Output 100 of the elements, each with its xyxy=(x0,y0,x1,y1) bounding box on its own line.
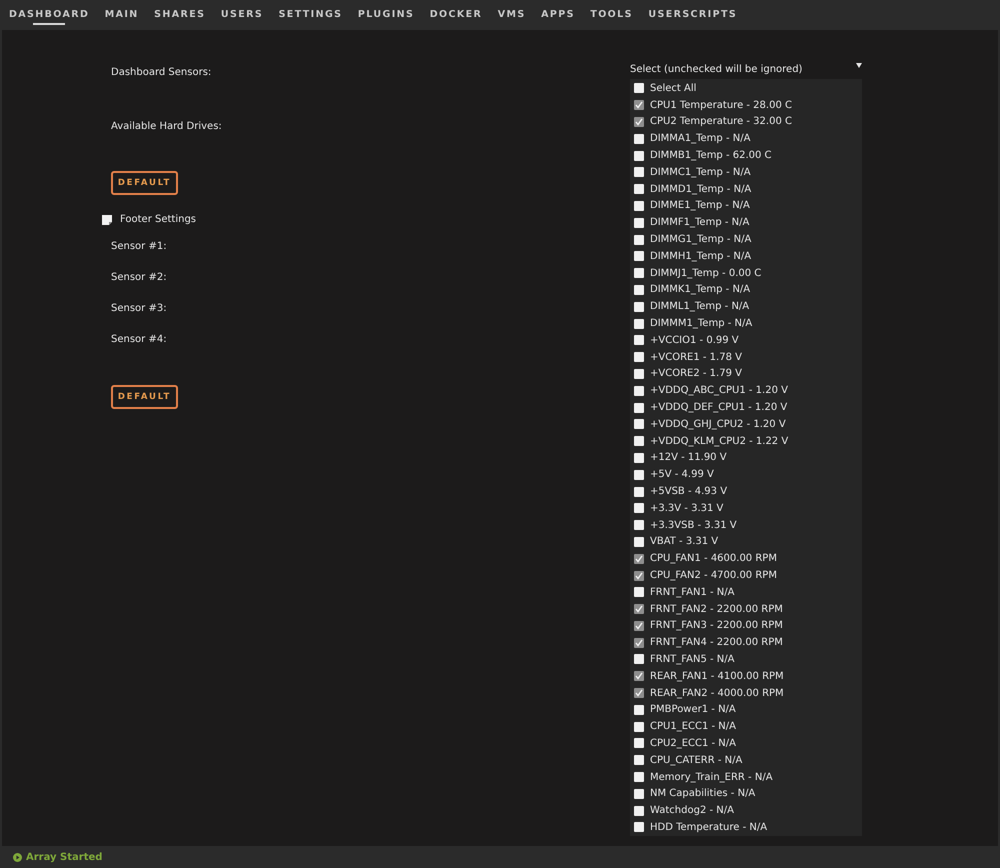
checkbox[interactable] xyxy=(634,822,644,832)
option-label[interactable]: DIMMF1_Temp - N/A xyxy=(650,215,750,230)
nav-tab[interactable]: SHARES xyxy=(154,4,206,26)
checkbox[interactable] xyxy=(634,638,644,648)
checkbox[interactable] xyxy=(634,134,644,144)
checkbox[interactable] xyxy=(634,386,644,396)
option-label[interactable]: PMBPower1 - N/A xyxy=(650,702,736,718)
checkbox[interactable] xyxy=(634,772,644,782)
checkbox[interactable] xyxy=(634,620,644,631)
checkbox[interactable] xyxy=(634,318,644,329)
option-label[interactable]: DIMMC1_Temp - N/A xyxy=(650,164,751,180)
checkbox[interactable] xyxy=(634,452,644,463)
checkbox[interactable] xyxy=(634,284,644,295)
nav-tab[interactable]: MAIN xyxy=(104,4,139,26)
checkbox[interactable] xyxy=(634,470,644,480)
option-label[interactable]: DIMMK1_Temp - N/A xyxy=(650,282,750,298)
option-label[interactable]: REAR_FAN2 - 4000.00 RPM xyxy=(650,686,784,701)
option-label[interactable]: DIMME1_Temp - N/A xyxy=(650,198,750,214)
checkbox[interactable] xyxy=(634,268,644,278)
option-label[interactable]: DIMMM1_Temp - N/A xyxy=(650,316,752,332)
checkbox[interactable] xyxy=(634,218,644,228)
option-label[interactable]: DIMML1_Temp - N/A xyxy=(650,299,750,314)
option-label[interactable]: VBAT - 3.31 V xyxy=(650,534,718,550)
option-label[interactable]: +5VSB - 4.93 V xyxy=(650,484,728,500)
option-label[interactable]: +5V - 4.99 V xyxy=(650,467,714,482)
checkbox[interactable] xyxy=(634,654,644,664)
option-label[interactable]: +12V - 11.90 V xyxy=(650,450,727,466)
option-label[interactable]: +3.3VSB - 3.31 V xyxy=(650,518,737,533)
option-label[interactable]: +VDDQ_KLM_CPU2 - 1.22 V xyxy=(650,434,788,449)
option-label[interactable]: FRNT_FAN2 - 2200.00 RPM xyxy=(650,602,783,617)
checkbox[interactable] xyxy=(634,806,644,816)
option-label[interactable]: CPU2_ECC1 - N/A xyxy=(650,736,736,751)
select-field[interactable]: Select (unchecked will be ignored) xyxy=(630,62,862,77)
option-label[interactable]: CPU_FAN2 - 4700.00 RPM xyxy=(650,568,777,583)
option-label[interactable]: +VDDQ_GHJ_CPU2 - 1.20 V xyxy=(650,416,786,432)
option-label[interactable]: CPU1_ECC1 - N/A xyxy=(650,719,736,734)
checkbox[interactable] xyxy=(634,251,644,262)
option-label[interactable]: FRNT_FAN3 - 2200.00 RPM xyxy=(650,618,783,634)
option-label[interactable]: +VCCIO1 - 0.99 V xyxy=(650,332,739,348)
default-button[interactable]: DEFAULT xyxy=(111,385,178,409)
option-label[interactable]: DIMMG1_Temp - N/A xyxy=(650,232,752,248)
checkbox[interactable] xyxy=(634,738,644,748)
option-label[interactable]: DIMMJ1_Temp - 0.00 C xyxy=(650,266,762,281)
checkbox[interactable] xyxy=(634,436,644,446)
checkbox[interactable] xyxy=(634,167,644,178)
checkbox[interactable] xyxy=(634,100,644,110)
nav-tab[interactable]: USERSCRIPTS xyxy=(648,4,738,26)
checkbox[interactable] xyxy=(634,150,644,161)
nav-tab[interactable]: TOOLS xyxy=(590,4,633,26)
checkbox[interactable] xyxy=(634,83,644,94)
checkbox[interactable] xyxy=(634,536,644,547)
checkbox[interactable] xyxy=(634,302,644,312)
checkbox[interactable] xyxy=(634,587,644,598)
option-label[interactable]: Watchdog2 - N/A xyxy=(650,803,734,818)
option-label[interactable]: REAR_FAN1 - 4100.00 RPM xyxy=(650,668,784,684)
nav-tab[interactable]: APPS xyxy=(541,4,575,26)
checkbox[interactable] xyxy=(634,520,644,530)
option-label[interactable]: +VCORE2 - 1.79 V xyxy=(650,366,742,382)
option-label[interactable]: +3.3V - 3.31 V xyxy=(650,500,724,516)
option-label[interactable]: CPU2 Temperature - 32.00 C xyxy=(650,114,792,130)
checkbox[interactable] xyxy=(634,184,644,194)
nav-tab[interactable]: USERS xyxy=(220,4,264,26)
checkbox[interactable] xyxy=(634,116,644,127)
nav-tab[interactable]: PLUGINS xyxy=(358,4,414,26)
option-label[interactable]: FRNT_FAN1 - N/A xyxy=(650,584,734,600)
option-label[interactable]: CPU_FAN1 - 4600.00 RPM xyxy=(650,551,777,566)
option-label[interactable]: Memory_Train_ERR - N/A xyxy=(650,770,773,785)
checkbox[interactable] xyxy=(634,402,644,413)
option-label[interactable]: FRNT_FAN4 - 2200.00 RPM xyxy=(650,635,783,650)
checkbox[interactable] xyxy=(634,368,644,379)
checkbox[interactable] xyxy=(634,704,644,715)
option-label[interactable]: +VDDQ_DEF_CPU1 - 1.20 V xyxy=(650,400,788,416)
nav-tab[interactable]: SETTINGS xyxy=(278,4,342,26)
option-label[interactable]: Select All xyxy=(650,80,696,96)
checkbox[interactable] xyxy=(634,788,644,799)
option-label[interactable]: DIMMH1_Temp - N/A xyxy=(650,248,752,264)
checkbox[interactable] xyxy=(634,554,644,564)
checkbox[interactable] xyxy=(634,352,644,362)
checkbox[interactable] xyxy=(634,419,644,430)
option-label[interactable]: CPU_CATERR - N/A xyxy=(650,752,742,768)
checkbox[interactable] xyxy=(634,200,644,211)
checkbox[interactable] xyxy=(634,722,644,732)
option-label[interactable]: +VCORE1 - 1.78 V xyxy=(650,350,742,365)
option-label[interactable]: CPU1 Temperature - 28.00 C xyxy=(650,98,792,113)
option-label[interactable]: DIMMA1_Temp - N/A xyxy=(650,131,750,146)
checkbox[interactable] xyxy=(634,234,644,245)
option-label[interactable]: DIMMB1_Temp - 62.00 C xyxy=(650,148,772,164)
nav-tab[interactable]: DOCKER xyxy=(430,4,482,26)
checkbox[interactable] xyxy=(634,688,644,698)
option-label[interactable]: HDD Temperature - N/A xyxy=(650,820,768,835)
default-button[interactable]: DEFAULT xyxy=(111,171,178,195)
checkbox[interactable] xyxy=(634,486,644,497)
checkbox[interactable] xyxy=(634,503,644,514)
nav-tab[interactable]: VMS xyxy=(498,4,526,26)
checkbox[interactable] xyxy=(634,755,644,766)
checkbox[interactable] xyxy=(634,671,644,682)
checkbox[interactable] xyxy=(634,570,644,580)
option-label[interactable]: DIMMD1_Temp - N/A xyxy=(650,182,752,197)
checkbox[interactable] xyxy=(634,335,644,346)
checkbox[interactable] xyxy=(634,604,644,614)
